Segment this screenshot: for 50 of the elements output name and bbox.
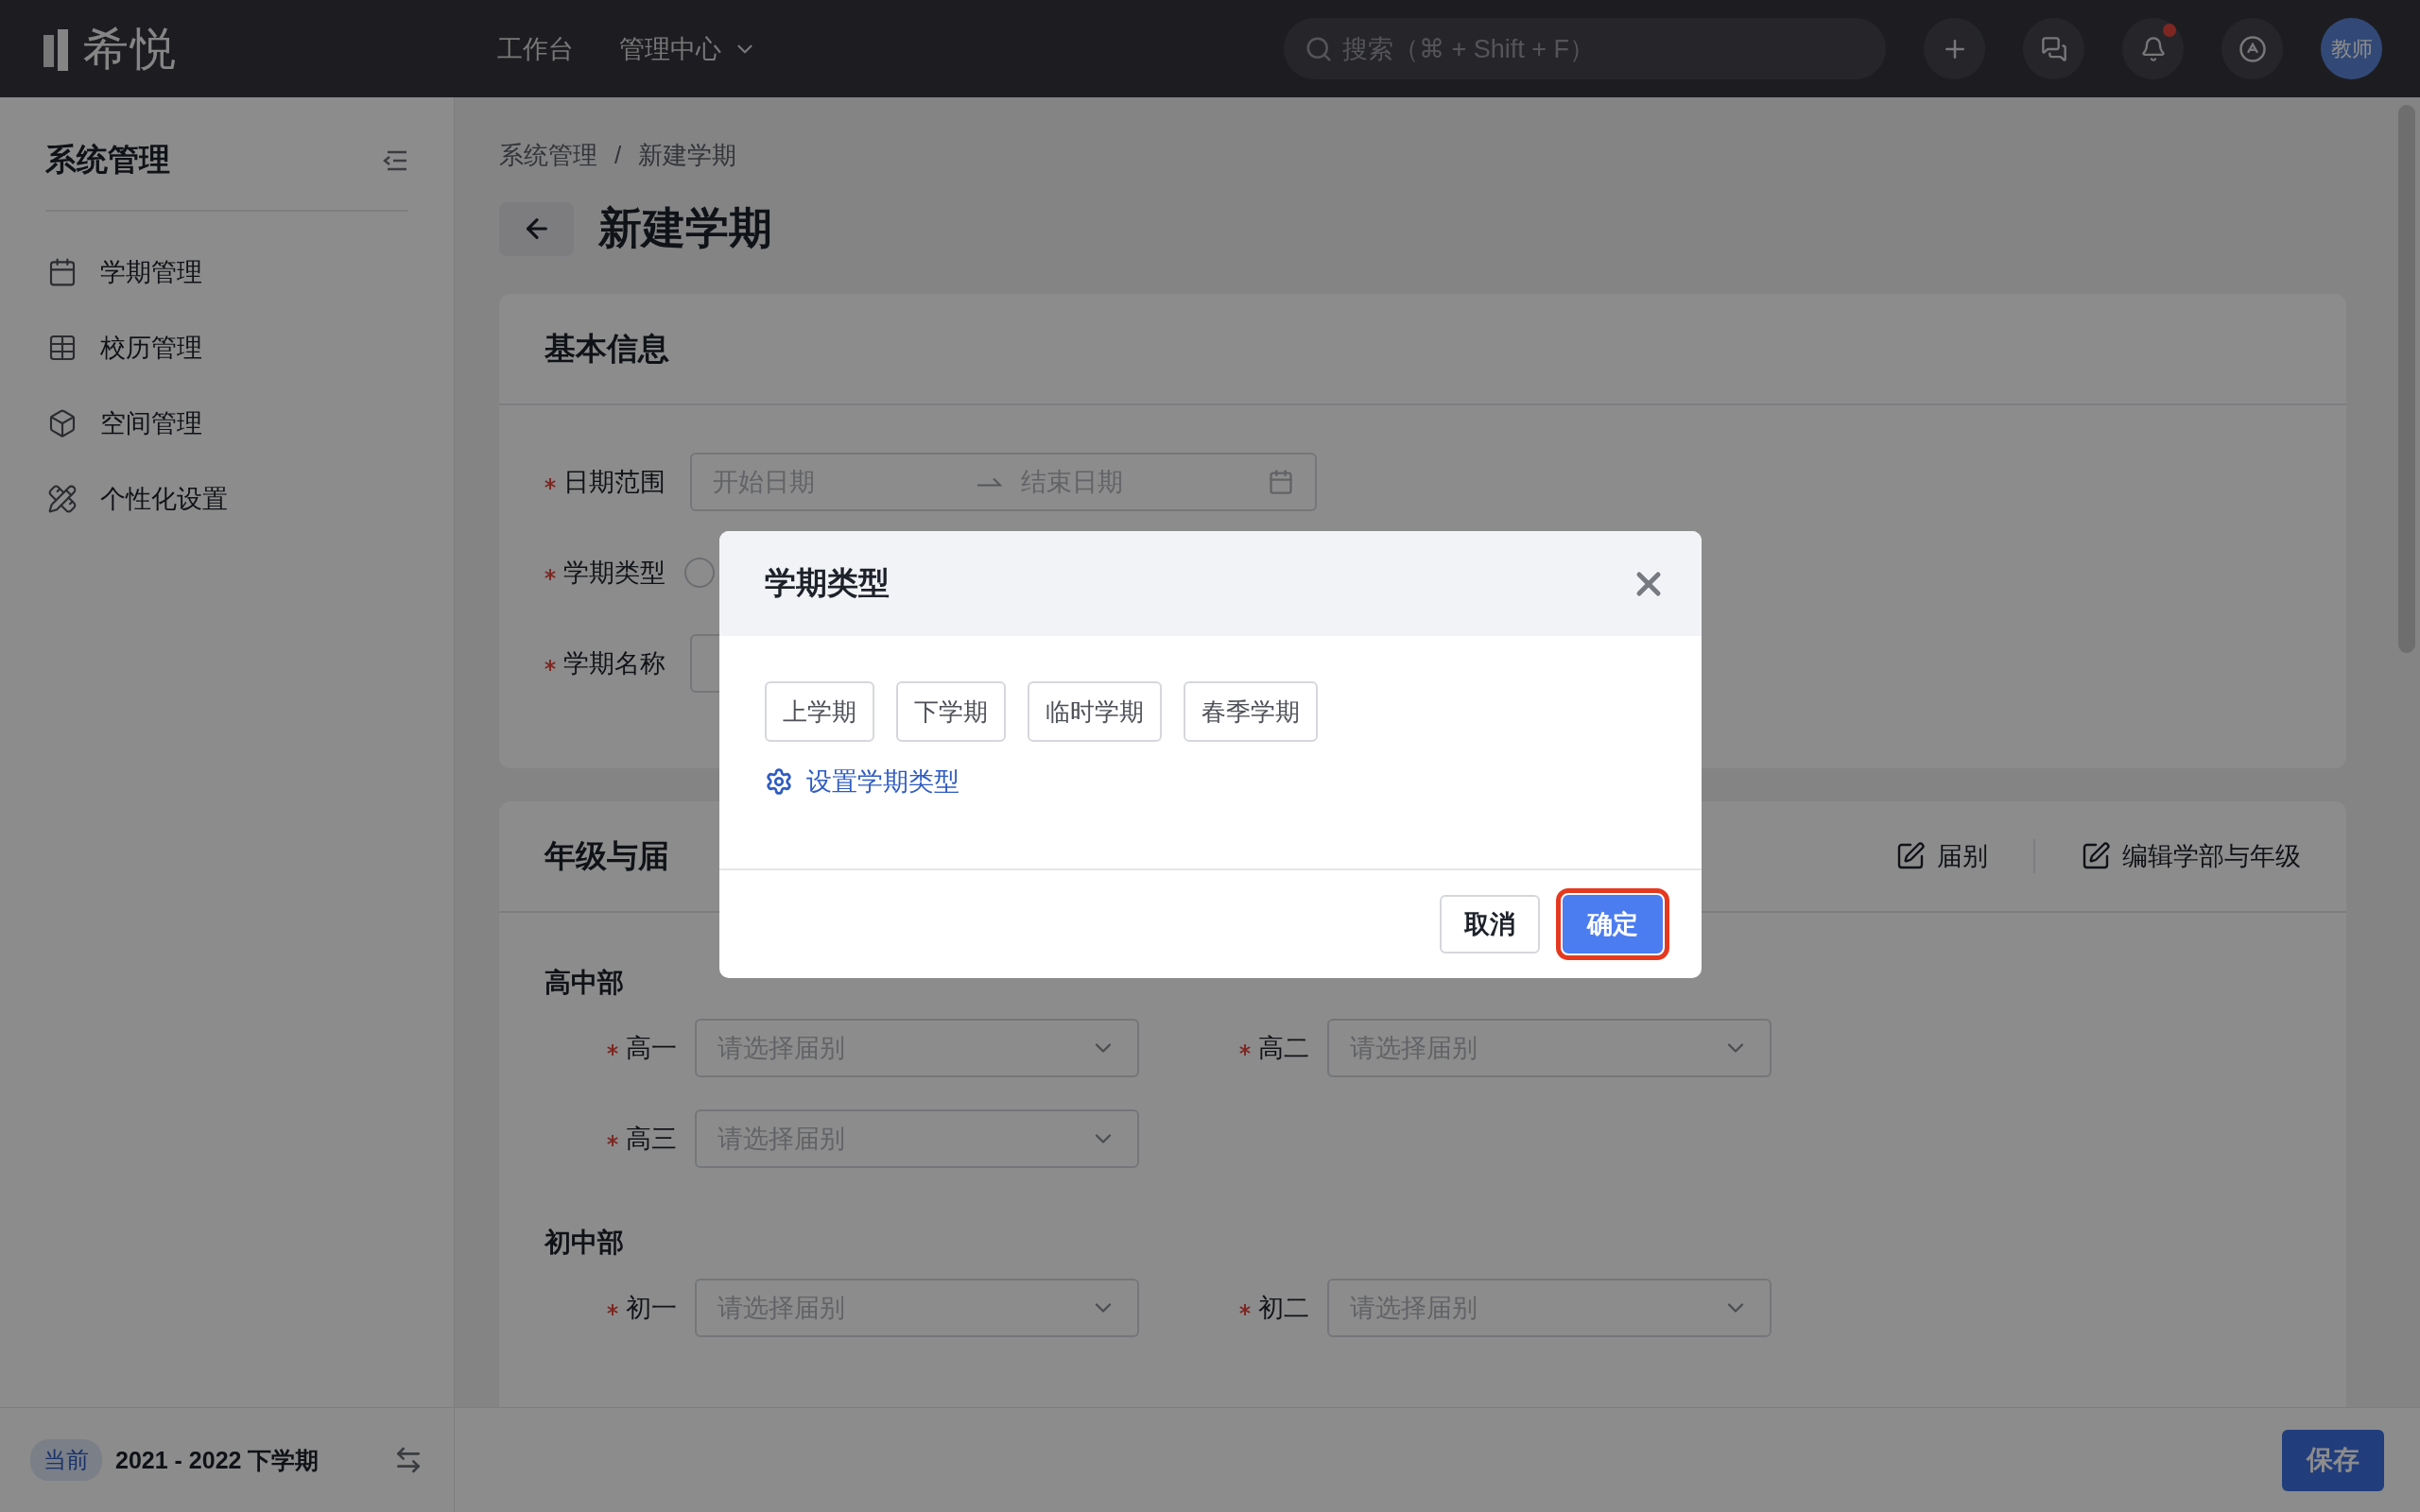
section-title: 基本信息: [544, 329, 669, 368]
current-badge: 当前: [30, 1439, 102, 1481]
collapse-icon[interactable]: [382, 148, 408, 172]
chat-icon: [2040, 35, 2067, 62]
sidebar-item[interactable]: 学期管理: [45, 234, 408, 310]
field-label: 高一: [544, 1031, 695, 1065]
edit-button[interactable]: 编辑学部与年级: [2081, 839, 2301, 873]
gear-icon: [765, 767, 793, 796]
sidebar-item[interactable]: 空间管理: [45, 386, 408, 461]
option-tag[interactable]: 下学期: [896, 681, 1006, 742]
subsection-title: 高中部: [544, 967, 625, 999]
sidebar-item[interactable]: 个性化设置: [45, 461, 408, 537]
calendar-icon: [1268, 469, 1294, 495]
option-tag[interactable]: 春季学期: [1184, 681, 1318, 742]
field-label: 初二: [1177, 1291, 1327, 1325]
edit-icon: [2081, 841, 2111, 871]
pencil-ruler-icon: [47, 484, 78, 514]
field-label: 高二: [1177, 1031, 1327, 1065]
breadcrumb-separator: /: [614, 141, 622, 170]
page-title: 新建学期: [598, 202, 772, 254]
back-button[interactable]: [499, 201, 574, 256]
edit-icon: [1895, 841, 1926, 871]
avatar[interactable]: 教师: [2321, 18, 2382, 79]
subsection-title: 初中部: [544, 1227, 625, 1259]
table-icon: [47, 333, 78, 363]
nav-item[interactable]: 管理中心: [619, 31, 757, 66]
sidebar-title: 系统管理: [45, 141, 170, 179]
breadcrumb-item[interactable]: 系统管理: [499, 139, 597, 172]
current-term: 2021 - 2022 下学期: [115, 1445, 320, 1475]
settings-link[interactable]: 设置学期类型: [765, 765, 959, 799]
bell-icon: [2139, 35, 2167, 62]
edit-button[interactable]: 届别: [1895, 839, 1988, 873]
field-label: 日期范围: [544, 465, 690, 499]
section-title: 年级与届: [544, 836, 669, 875]
radio-button[interactable]: [684, 558, 715, 588]
option-tag[interactable]: 临时学期: [1028, 681, 1162, 742]
cancel-button[interactable]: 取消: [1440, 895, 1540, 954]
calendar-icon: [47, 257, 78, 287]
dialog-title: 学期类型: [765, 564, 890, 602]
field-label: 学期名称: [544, 646, 690, 680]
option-tag[interactable]: 上学期: [765, 681, 874, 742]
field-label: 初一: [544, 1291, 695, 1325]
nav-item[interactable]: 工作台: [497, 31, 574, 66]
save-button[interactable]: 保存: [2282, 1429, 2384, 1491]
field-label: 高三: [544, 1122, 695, 1156]
cube-icon: [47, 408, 78, 438]
sidebar-item[interactable]: 校历管理: [45, 310, 408, 386]
logo-text: 希悦: [83, 22, 178, 76]
field-label: 学期类型: [544, 556, 690, 590]
breadcrumb-item: 新建学期: [638, 140, 737, 171]
